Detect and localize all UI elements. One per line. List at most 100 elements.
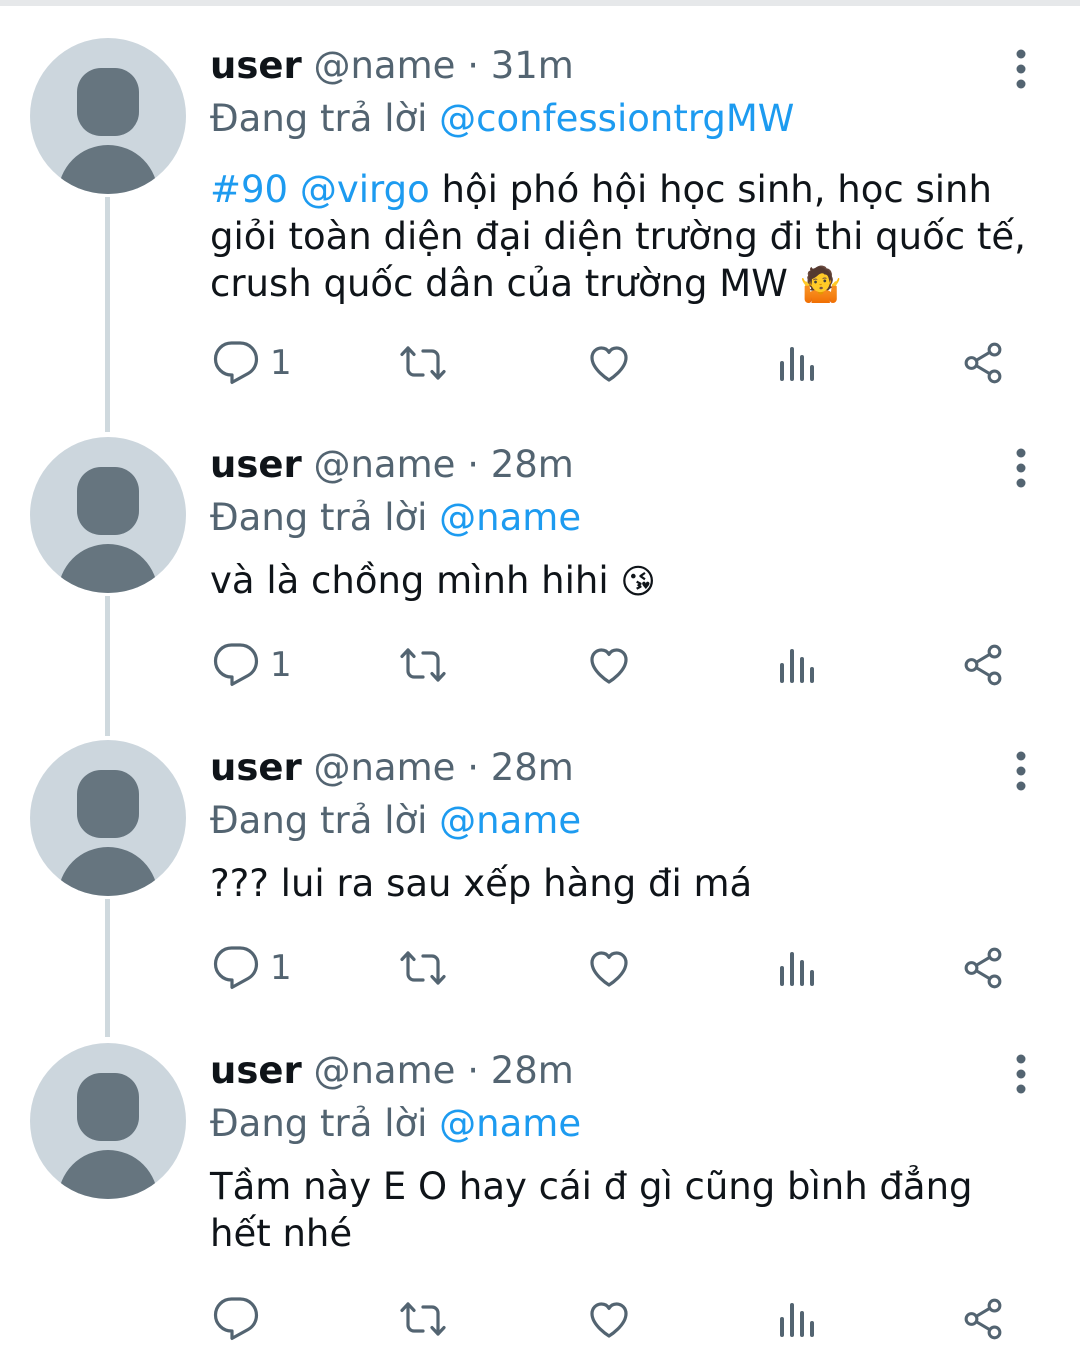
- more-options-icon[interactable]: [1006, 1049, 1036, 1099]
- tweet-text: ??? lui ra sau xếp hàng đi má: [210, 860, 1040, 907]
- replying-to: Đang trả lời @name: [210, 1099, 1040, 1149]
- views-icon: [780, 1303, 814, 1337]
- timestamp[interactable]: 28m: [491, 1049, 574, 1092]
- retweet-icon: [400, 346, 446, 380]
- thread-line: [105, 596, 110, 736]
- views-button[interactable]: [776, 1291, 816, 1347]
- tweet-header: user @name · 31m: [210, 38, 1040, 94]
- retweet-icon: [400, 648, 446, 682]
- display-name[interactable]: user: [210, 44, 302, 87]
- tweet-text: Tầm này E O hay cái đ gì cũng bình đẳng …: [210, 1163, 1040, 1257]
- avatar-head: [77, 1073, 139, 1141]
- avatar-body: [58, 1150, 158, 1199]
- timestamp[interactable]: 28m: [491, 443, 574, 486]
- retweet-button[interactable]: [396, 335, 450, 391]
- timestamp[interactable]: 28m: [491, 746, 574, 789]
- tweet-content: user @name · 28m Đang trả lời @name và l…: [210, 437, 1040, 606]
- reply-count: 1: [270, 948, 292, 988]
- replying-to: Đang trả lời @name: [210, 493, 1040, 543]
- share-icon: [964, 342, 1002, 384]
- avatar-body: [58, 847, 158, 896]
- tweet-header: user @name · 28m: [210, 437, 1040, 493]
- views-icon: [780, 952, 814, 986]
- share-button[interactable]: [960, 335, 1006, 391]
- tweet-content: user @name · 31m Đang trả lời @confessio…: [210, 38, 1040, 309]
- reply-icon: [213, 643, 259, 686]
- retweet-icon: [400, 1302, 446, 1336]
- user-handle[interactable]: @name: [313, 443, 455, 486]
- avatar[interactable]: [30, 38, 186, 194]
- reply-to-mention[interactable]: @name: [439, 496, 581, 539]
- avatar[interactable]: [30, 740, 186, 896]
- more-options-icon[interactable]: [1006, 746, 1036, 796]
- reply-to-mention[interactable]: @name: [439, 799, 581, 842]
- share-icon: [964, 644, 1002, 686]
- tweet-header: user @name · 28m: [210, 1043, 1040, 1099]
- thread-line: [105, 197, 110, 432]
- like-button[interactable]: [584, 940, 634, 996]
- user-handle[interactable]: @name: [313, 746, 455, 789]
- share-button[interactable]: [960, 637, 1006, 693]
- tweet-actions: 1: [210, 940, 1030, 996]
- separator-dot: ·: [467, 443, 479, 486]
- tweet-actions: 1: [210, 335, 1030, 391]
- replying-to-label: Đang trả lời: [210, 496, 428, 539]
- reply-button[interactable]: 1: [212, 335, 292, 391]
- like-button[interactable]: [584, 335, 634, 391]
- replying-to-label: Đang trả lời: [210, 97, 428, 140]
- separator-dot: ·: [467, 44, 479, 87]
- reply-icon: [213, 341, 259, 384]
- tweet-content: user @name · 28m Đang trả lời @name ??? …: [210, 740, 1040, 907]
- replying-to-label: Đang trả lời: [210, 1102, 428, 1145]
- like-button[interactable]: [584, 1291, 634, 1347]
- replying-to-label: Đang trả lời: [210, 799, 428, 842]
- reply-button[interactable]: 1: [212, 940, 292, 996]
- tweet-actions: 1: [210, 637, 1030, 693]
- avatar-head: [77, 467, 139, 535]
- more-options-icon[interactable]: [1006, 44, 1036, 94]
- tweet-header: user @name · 28m: [210, 740, 1040, 796]
- share-button[interactable]: [960, 940, 1006, 996]
- display-name[interactable]: user: [210, 1049, 302, 1092]
- more-options-icon[interactable]: [1006, 443, 1036, 493]
- tweet-body-text: và là chồng mình hihi: [210, 559, 609, 602]
- retweet-button[interactable]: [396, 1291, 450, 1347]
- share-button[interactable]: [960, 1291, 1006, 1347]
- display-name[interactable]: user: [210, 443, 302, 486]
- like-icon: [590, 951, 628, 987]
- timestamp[interactable]: 31m: [491, 44, 574, 87]
- tweet-content: user @name · 28m Đang trả lời @name Tầm …: [210, 1043, 1040, 1257]
- user-handle[interactable]: @name: [313, 44, 455, 87]
- display-name[interactable]: user: [210, 746, 302, 789]
- hashtag-link[interactable]: #90: [210, 168, 288, 211]
- like-button[interactable]: [584, 637, 634, 693]
- avatar[interactable]: [30, 1043, 186, 1199]
- reply-icon: [213, 1297, 259, 1340]
- avatar[interactable]: [30, 437, 186, 593]
- retweet-icon: [400, 951, 446, 985]
- retweet-button[interactable]: [396, 940, 450, 996]
- views-icon: [780, 649, 814, 683]
- reply-count: 1: [270, 343, 292, 383]
- reply-to-mention[interactable]: @name: [439, 1102, 581, 1145]
- mention-link[interactable]: @virgo: [300, 168, 430, 211]
- retweet-button[interactable]: [396, 637, 450, 693]
- avatar-body: [58, 145, 158, 194]
- reply-button[interactable]: 1: [212, 637, 292, 693]
- reply-button[interactable]: [212, 1291, 270, 1347]
- views-button[interactable]: [776, 637, 816, 693]
- tweet-body-text: ??? lui ra sau xếp hàng đi má: [210, 862, 753, 905]
- like-icon: [590, 648, 628, 684]
- replying-to: Đang trả lời @name: [210, 796, 1040, 846]
- views-icon: [780, 347, 814, 381]
- views-button[interactable]: [776, 335, 816, 391]
- reply-icon: [213, 946, 259, 989]
- thread-line: [105, 899, 110, 1037]
- reply-count: 1: [270, 645, 292, 685]
- top-edge-divider: [0, 0, 1080, 6]
- shrug-emoji: 🤷: [799, 265, 842, 305]
- views-button[interactable]: [776, 940, 816, 996]
- reply-to-mention[interactable]: @confessiontrgMW: [439, 97, 794, 140]
- avatar-head: [77, 770, 139, 838]
- user-handle[interactable]: @name: [313, 1049, 455, 1092]
